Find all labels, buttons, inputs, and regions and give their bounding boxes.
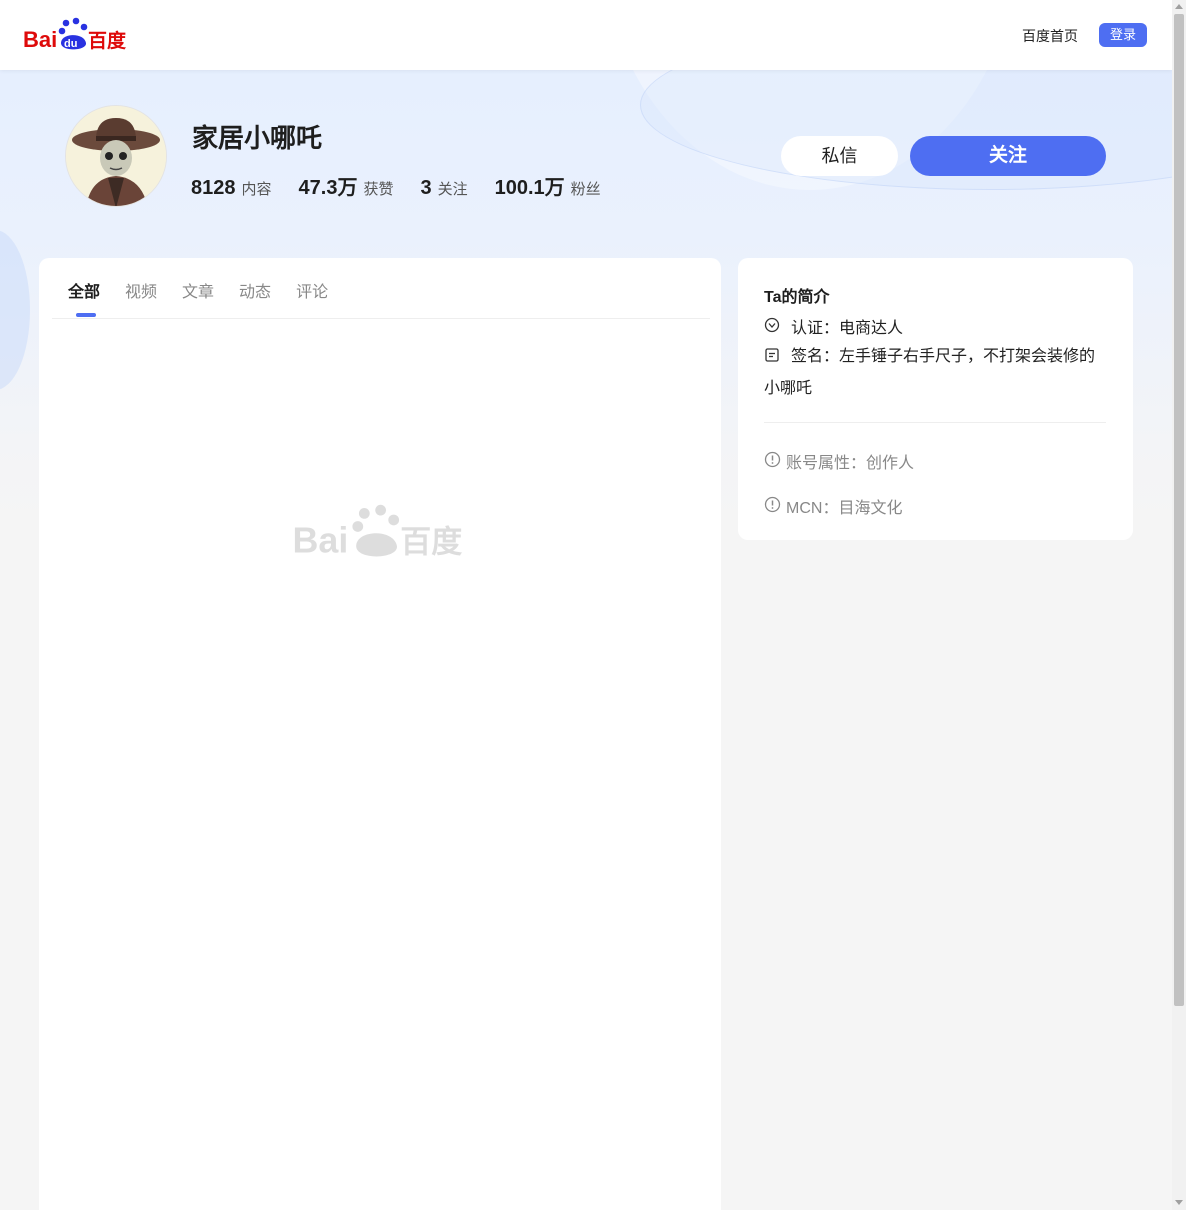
baidu-watermark-logo: Bai 百度	[293, 504, 462, 561]
certification-row: 认证：电商达人	[764, 314, 903, 338]
scrollbar-thumb[interactable]	[1174, 14, 1184, 1006]
stat-likes: 47.3万 获赞	[299, 171, 394, 200]
svg-text:du: du	[64, 38, 77, 50]
tab-video[interactable]: 视频	[125, 278, 157, 302]
stat-following[interactable]: 3 关注	[420, 177, 467, 200]
info-exclamation-icon	[764, 451, 781, 468]
svg-text:Bai: Bai	[23, 27, 57, 52]
info-exclamation-icon	[764, 496, 781, 513]
signature-text: 签名：左手锤子右手尺子，不打架会装修的小哪吒	[764, 348, 1096, 397]
follow-button[interactable]: 关注	[910, 136, 1106, 176]
tab-divider	[52, 318, 710, 319]
stat-value: 8128	[191, 177, 236, 199]
intro-card: Ta的简介 认证：电商达人 签名：左手锤子右手尺子，不打架会装修的小哪吒 账号属…	[738, 258, 1133, 540]
active-tab-indicator	[76, 313, 96, 317]
content-feed-card: 全部 视频 文章 动态 评论 Bai 百度	[39, 258, 721, 1210]
stat-label: 关注	[437, 181, 468, 198]
cowboy-avatar-icon	[66, 106, 166, 206]
mcn-text: MCN：目海文化	[786, 500, 903, 517]
account-type-row: 账号属性：创作人	[764, 449, 914, 473]
baidu-home-link[interactable]: 百度首页	[1022, 26, 1078, 46]
verified-check-icon	[764, 317, 780, 333]
stat-followers[interactable]: 100.1万 粉丝	[495, 171, 601, 200]
intro-title: Ta的简介	[764, 289, 830, 306]
stat-content: 8128 内容	[191, 177, 272, 200]
tab-article[interactable]: 文章	[182, 278, 214, 302]
message-button[interactable]: 私信	[781, 136, 898, 176]
top-navbar: Bai du 百度 百度首页 登录	[0, 0, 1172, 70]
svg-text:百度: 百度	[400, 525, 462, 561]
scroll-up-arrow-icon[interactable]	[1175, 4, 1183, 9]
signature-row: 签名：左手锤子右手尺子，不打架会装修的小哪吒	[764, 341, 1104, 405]
signature-note-icon	[765, 348, 779, 362]
stat-value: 3	[420, 177, 432, 199]
login-button[interactable]: 登录	[1099, 23, 1147, 47]
baidu-logo[interactable]: Bai du 百度	[22, 16, 128, 54]
svg-text:百度: 百度	[88, 29, 127, 52]
stat-label: 获赞	[363, 181, 394, 198]
stat-value: 100.1万	[494, 177, 565, 199]
account-type-text: 账号属性：创作人	[786, 455, 915, 472]
profile-name: 家居小哪吒	[192, 123, 323, 153]
scroll-down-arrow-icon[interactable]	[1175, 1200, 1183, 1205]
avatar[interactable]	[65, 105, 167, 207]
certification-text: 认证：电商达人	[791, 320, 904, 337]
tab-dynamic[interactable]: 动态	[239, 278, 271, 302]
svg-text:Bai: Bai	[293, 521, 349, 561]
stat-value: 47.3万	[298, 177, 358, 199]
tab-all[interactable]: 全部	[68, 278, 100, 302]
profile-stats: 8128 内容 47.3万 获赞 3 关注 100.1万 粉丝	[191, 171, 628, 200]
scrollbar[interactable]	[1172, 0, 1186, 1210]
stat-label: 粉丝	[570, 181, 601, 198]
tab-comment[interactable]: 评论	[296, 278, 328, 302]
stat-label: 内容	[241, 181, 272, 198]
content-tabs: 全部 视频 文章 动态 评论	[68, 278, 353, 302]
mcn-row: MCN：目海文化	[764, 494, 902, 518]
intro-divider	[764, 422, 1106, 423]
